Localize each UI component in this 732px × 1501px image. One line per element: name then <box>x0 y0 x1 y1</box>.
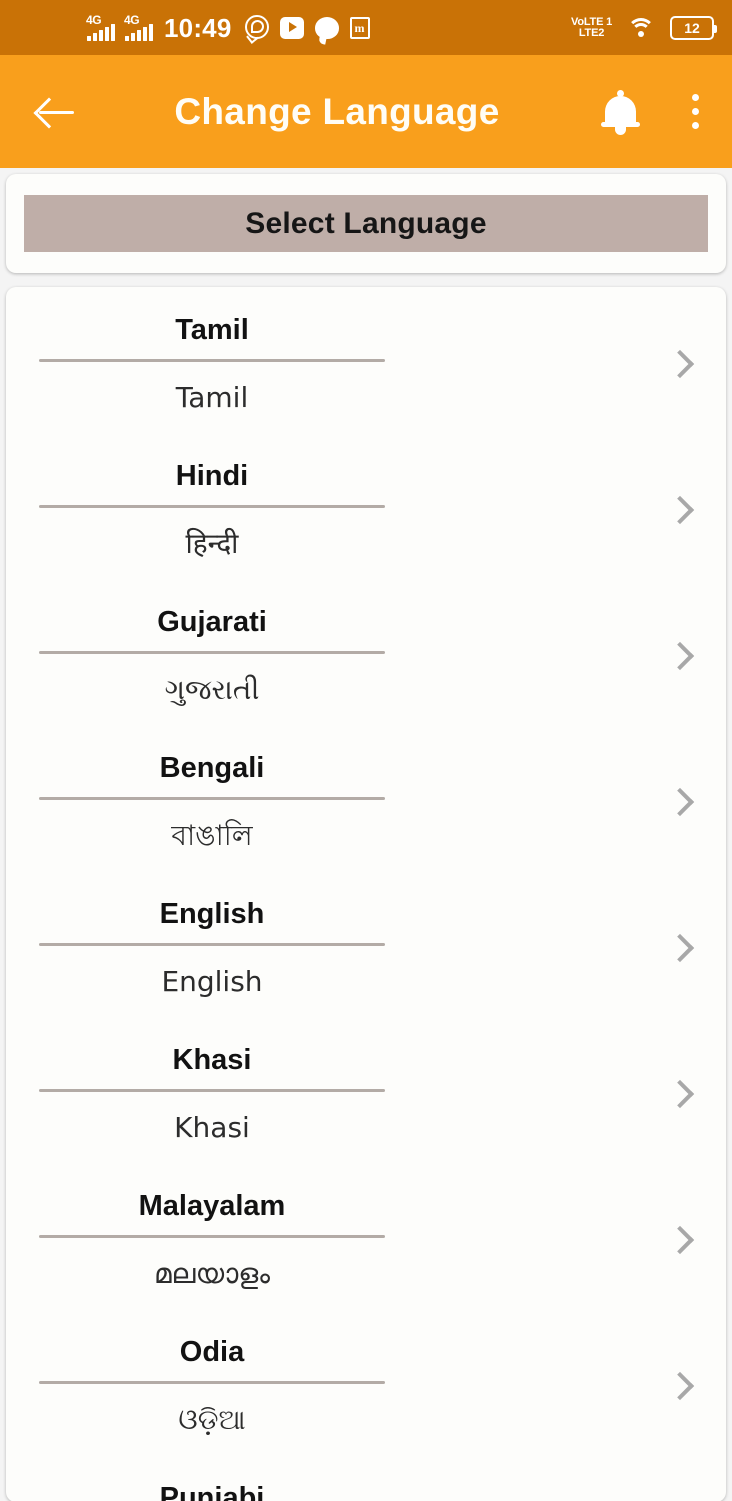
language-row[interactable]: Tamil Tamil <box>6 291 726 437</box>
language-row-divider <box>39 358 385 362</box>
language-row[interactable]: English English <box>6 875 726 1021</box>
language-name-english: Odia <box>179 1336 245 1369</box>
language-row-texts: Tamil Tamil <box>6 313 396 414</box>
language-name-native: English <box>161 964 263 998</box>
signal-sim2-icon: 4G <box>124 12 153 41</box>
language-row-divider <box>39 504 385 508</box>
language-name-english: Punjabi <box>159 1482 265 1501</box>
language-row[interactable]: Gujarati ગુજરાતી <box>6 583 726 729</box>
network-type-sim2-label: 4G <box>124 12 140 27</box>
language-row[interactable]: Khasi Khasi <box>6 1021 726 1167</box>
volte-line-1: VoLTE 1 <box>571 15 612 28</box>
chat-icon <box>314 15 341 41</box>
network-type-sim1-label: 4G <box>86 12 102 27</box>
language-row[interactable]: Punjabiਪੰਜਾਬੀ <box>6 1459 726 1501</box>
page-body: Select Language Tamil Tamil Hindi हिन्दी Guj… <box>0 168 732 1501</box>
page-title: Change Language <box>174 90 500 132</box>
kebab-menu-icon[interactable] <box>680 86 710 138</box>
language-name-english: Bengali <box>159 752 265 785</box>
status-bar: 4G 4G 10:49 m VoLTE 1 LTE2 12 <box>0 0 732 55</box>
language-name-english: Tamil <box>175 314 249 347</box>
language-row[interactable]: Odia ଓଡ଼ିଆ <box>6 1313 726 1459</box>
language-row-texts: English English <box>6 897 396 998</box>
language-name-native: മലയാളം <box>153 1256 271 1290</box>
chevron-right-icon[interactable] <box>665 641 695 671</box>
chevron-right-icon[interactable] <box>665 1225 695 1255</box>
language-row[interactable]: Hindi हिन्दी <box>6 437 726 583</box>
language-row-texts: Bengali বাঙালি <box>6 751 396 852</box>
language-name-english: English <box>159 898 265 931</box>
chevron-right-icon[interactable] <box>665 495 695 525</box>
language-row-divider <box>39 1088 385 1092</box>
language-name-native: हिन्दी <box>185 526 239 560</box>
language-name-english: Gujarati <box>157 606 267 639</box>
select-language-button[interactable]: Select Language <box>24 195 708 252</box>
chevron-right-icon[interactable] <box>665 1371 695 1401</box>
status-bar-left: 4G 4G 10:49 m <box>86 12 571 43</box>
language-row-divider <box>39 942 385 946</box>
language-name-native: ଓଡ଼ିଆ <box>178 1402 246 1436</box>
language-name-native: Khasi <box>174 1110 250 1144</box>
whatsapp-icon <box>244 14 271 41</box>
language-row-texts: Punjabiਪੰਜਾਬੀ <box>6 1481 396 1501</box>
bell-icon[interactable] <box>598 86 644 138</box>
back-arrow-icon[interactable] <box>30 86 82 138</box>
language-row-texts: Malayalam മലയാളം <box>6 1189 396 1290</box>
clock-label: 10:49 <box>164 12 232 43</box>
language-row-divider <box>39 796 385 800</box>
language-row[interactable]: Bengali বাঙালি <box>6 729 726 875</box>
select-language-card: Select Language <box>6 174 726 273</box>
chevron-right-icon[interactable] <box>665 933 695 963</box>
language-name-english: Hindi <box>175 460 249 493</box>
language-row-texts: Gujarati ગુજરાતી <box>6 605 396 706</box>
language-list: Tamil Tamil Hindi हिन्दी Gujarati ગુજરાતી Beng… <box>6 291 726 1501</box>
language-name-native: বাঙালি <box>171 818 253 852</box>
language-row-texts: Odia ଓଡ଼ିଆ <box>6 1335 396 1436</box>
language-name-english: Khasi <box>172 1044 252 1077</box>
language-name-native: ગુજરાતી <box>164 672 260 706</box>
volte-line-2: LTE2 <box>578 26 605 39</box>
wifi-icon <box>626 16 656 40</box>
battery-level-label: 12 <box>684 19 700 36</box>
language-row[interactable]: Malayalam മലയാളം <box>6 1167 726 1313</box>
language-row-divider <box>39 1380 385 1384</box>
language-list-card[interactable]: Tamil Tamil Hindi हिन्दी Gujarati ગુજરાતી Beng… <box>6 287 726 1501</box>
m-app-icon: m <box>349 15 376 41</box>
volte-indicator: VoLTE 1 LTE2 <box>571 15 612 39</box>
language-name-english: Malayalam <box>138 1190 286 1223</box>
youtube-icon <box>279 15 306 41</box>
app-bar: Change Language <box>0 55 732 168</box>
language-row-texts: Hindi हिन्दी <box>6 459 396 560</box>
status-bar-right: VoLTE 1 LTE2 12 <box>571 15 717 40</box>
chevron-right-icon[interactable] <box>665 349 695 379</box>
battery-icon: 12 <box>670 15 717 40</box>
signal-sim1-icon: 4G <box>86 12 115 41</box>
chevron-right-icon[interactable] <box>665 1079 695 1109</box>
language-row-divider <box>39 650 385 654</box>
language-row-texts: Khasi Khasi <box>6 1043 396 1144</box>
language-row-divider <box>39 1234 385 1238</box>
chevron-right-icon[interactable] <box>665 787 695 817</box>
language-name-native: Tamil <box>175 380 249 414</box>
